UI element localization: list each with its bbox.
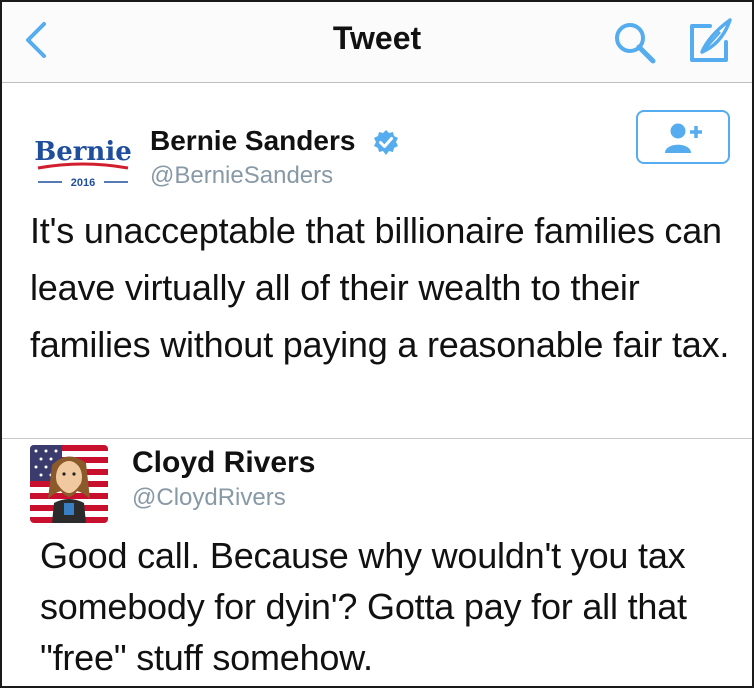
add-user-icon <box>665 123 702 153</box>
compose-icon[interactable] <box>686 16 734 64</box>
tweet-text: It's unacceptable that billionaire famil… <box>30 210 730 365</box>
navigation-bar: Tweet <box>2 2 752 83</box>
bernie-2016-logo-avatar[interactable]: Bernie 2016 <box>34 132 132 192</box>
tweet-detail-screen: Tweet Bernie 2016 Bernie Sanders @Bernie… <box>0 0 754 688</box>
verified-badge-icon <box>374 130 398 155</box>
tweet-author-handle[interactable]: @BernieSanders <box>150 162 333 190</box>
reply-author-name[interactable]: Cloyd Rivers <box>132 446 315 480</box>
search-icon[interactable] <box>612 20 658 66</box>
reply-author-handle[interactable]: @CloydRivers <box>132 484 286 512</box>
tweet-author-name[interactable]: Bernie Sanders <box>150 125 355 157</box>
divider <box>2 438 752 439</box>
cloyd-rivers-avatar[interactable] <box>30 445 108 523</box>
follow-button[interactable] <box>636 110 730 164</box>
logo-year: 2016 <box>71 177 95 189</box>
reply-text: Good call. Because why wouldn't you tax … <box>40 535 687 678</box>
